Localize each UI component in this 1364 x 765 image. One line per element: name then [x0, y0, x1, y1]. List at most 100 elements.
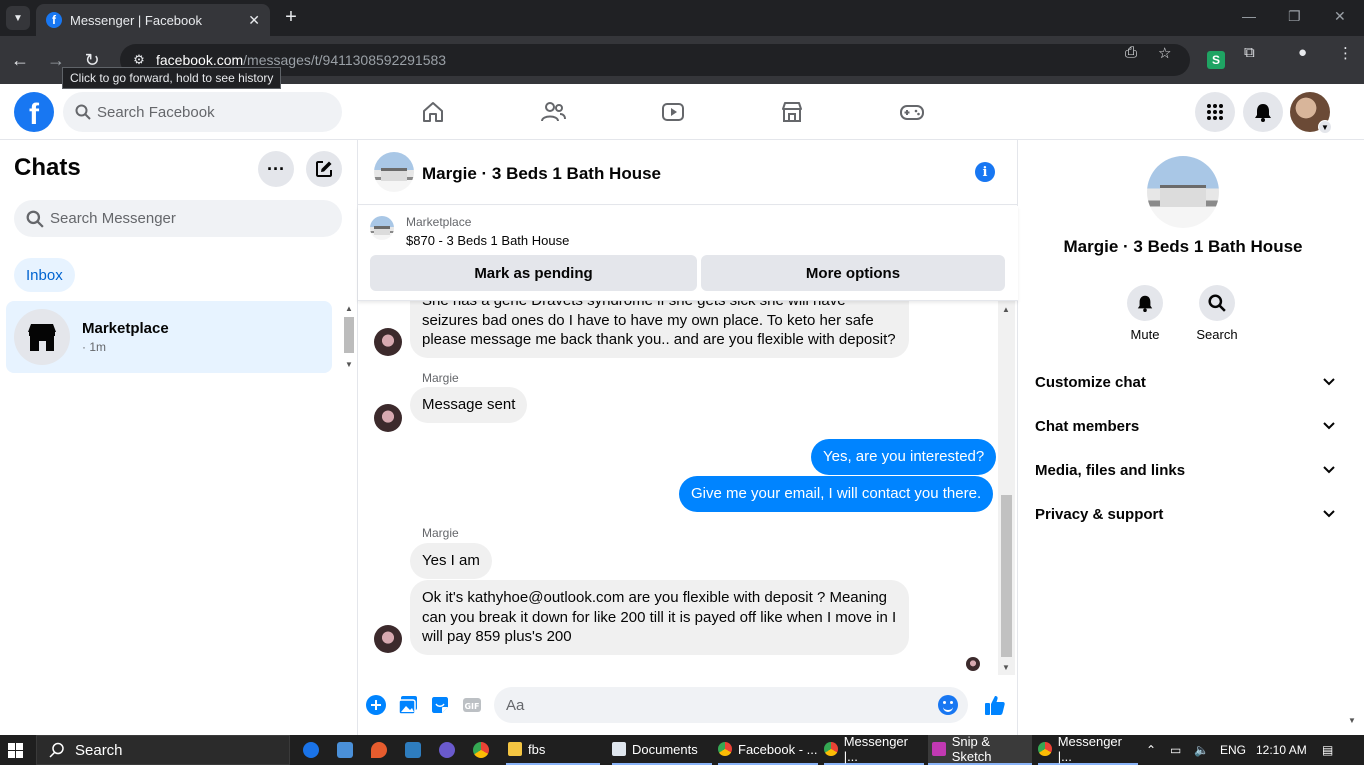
- profile-icon[interactable]: ●: [1298, 44, 1307, 61]
- video-icon[interactable]: [659, 98, 687, 126]
- facebook-search-input[interactable]: Search Facebook: [63, 92, 342, 132]
- chrome-icon[interactable]: [473, 742, 489, 758]
- account-avatar[interactable]: ▼: [1290, 92, 1332, 134]
- facebook-favicon-icon: f: [46, 12, 62, 28]
- app-drop-icon[interactable]: [371, 742, 387, 758]
- sender-avatar[interactable]: [374, 625, 402, 653]
- privacy-support-section[interactable]: Privacy & support: [1035, 492, 1335, 536]
- taskbar-app-messenger[interactable]: Messenger |...: [824, 734, 924, 765]
- home-icon[interactable]: [419, 98, 447, 126]
- mute-button[interactable]: Mute: [1115, 285, 1175, 342]
- chat-list-item[interactable]: Marketplace · 1m: [6, 301, 332, 373]
- more-options-icon[interactable]: ···: [258, 151, 294, 187]
- extension-s-icon[interactable]: S: [1207, 51, 1225, 69]
- scroll-down-icon[interactable]: ▼: [1348, 716, 1356, 725]
- browser-tab-bar: ▼ f Messenger | Facebook ✕ + — ❐ ✕: [0, 0, 1364, 36]
- sender-avatar[interactable]: [374, 404, 402, 432]
- bell-icon: [1127, 285, 1163, 321]
- sidebar-scrollbar[interactable]: ▲ ▼: [342, 301, 356, 373]
- messenger-search-input[interactable]: Search Messenger: [14, 200, 342, 237]
- marketplace-icon[interactable]: [778, 98, 806, 126]
- incoming-message[interactable]: Message sent: [410, 387, 528, 423]
- taskbar-app-messenger-2[interactable]: Messenger |...: [1038, 734, 1138, 765]
- windows-start-icon[interactable]: [8, 743, 23, 758]
- back-arrow-icon[interactable]: ←: [8, 48, 32, 72]
- window-close-icon[interactable]: ✕: [1334, 8, 1346, 25]
- menu-grid-icon[interactable]: [1195, 92, 1235, 132]
- taskbar-search-label: Search: [75, 741, 123, 759]
- listing-thumbnail[interactable]: [370, 216, 394, 240]
- edge-icon[interactable]: [303, 742, 319, 758]
- notification-center-icon[interactable]: ▤: [1322, 735, 1333, 765]
- scroll-down-icon[interactable]: ▼: [1002, 663, 1010, 672]
- new-message-icon[interactable]: [306, 151, 342, 187]
- chevron-down-icon: [1323, 466, 1335, 474]
- conversation-header: Margie · 3 Beds 1 Bath House i: [358, 140, 1018, 205]
- incoming-message[interactable]: Yes I am: [410, 543, 492, 579]
- more-options-button[interactable]: More options: [701, 255, 1005, 291]
- taskbar-search[interactable]: Search: [36, 735, 290, 765]
- chrome-menu-icon[interactable]: ⋮: [1338, 44, 1353, 62]
- chevron-down-icon: [1323, 422, 1335, 430]
- thumbs-up-icon[interactable]: [983, 694, 1007, 716]
- extensions-puzzle-icon[interactable]: ⧉: [1244, 44, 1255, 61]
- photos-icon[interactable]: [405, 742, 421, 758]
- chat-time: · 1m: [82, 340, 106, 354]
- store-icon[interactable]: [337, 742, 353, 758]
- gif-icon[interactable]: GIF: [461, 694, 483, 716]
- tray-chevron-up-icon[interactable]: ⌃: [1146, 735, 1156, 765]
- browser-tab[interactable]: f Messenger | Facebook ✕: [36, 4, 270, 36]
- friends-icon[interactable]: [539, 98, 567, 126]
- restore-icon[interactable]: ❐: [1288, 8, 1301, 25]
- tab-title: Messenger | Facebook: [70, 12, 202, 28]
- battery-icon[interactable]: ▭: [1170, 735, 1181, 765]
- minimize-icon[interactable]: —: [1242, 8, 1256, 24]
- new-tab-plus-icon[interactable]: +: [280, 6, 302, 28]
- scroll-thumb[interactable]: [344, 317, 354, 353]
- taskbar-app-snip-sketch[interactable]: Snip & Sketch: [928, 734, 1032, 765]
- customize-chat-section[interactable]: Customize chat: [1035, 360, 1335, 404]
- taskbar-app-fbs[interactable]: fbs: [506, 735, 600, 765]
- message-input[interactable]: Aa: [494, 687, 968, 723]
- tab-search-chevron-icon[interactable]: ▼: [6, 6, 30, 30]
- mark-as-pending-button[interactable]: Mark as pending: [370, 255, 697, 291]
- outgoing-message[interactable]: Give me your email, I will contact you t…: [679, 476, 994, 512]
- info-icon[interactable]: i: [975, 162, 995, 182]
- conversation-scrollbar[interactable]: ▲ ▼: [998, 301, 1015, 675]
- volume-icon[interactable]: 🔈: [1194, 735, 1209, 765]
- url-text: facebook.com/messages/t/9411308592291583: [156, 52, 447, 68]
- profile-avatar[interactable]: [1147, 156, 1219, 228]
- facebook-logo-icon[interactable]: f: [14, 92, 54, 132]
- taskbar-app-documents[interactable]: Documents: [612, 735, 712, 765]
- scroll-down-icon[interactable]: ▼: [344, 359, 354, 369]
- search-in-chat-button[interactable]: Search: [1187, 285, 1247, 342]
- install-app-icon[interactable]: ⎙: [1125, 44, 1137, 61]
- inbox-filter-tab[interactable]: Inbox: [14, 258, 75, 292]
- chat-members-section[interactable]: Chat members: [1035, 404, 1335, 448]
- language-indicator[interactable]: ENG: [1220, 735, 1246, 765]
- conversation-avatar[interactable]: [374, 152, 414, 192]
- scroll-thumb[interactable]: [1001, 495, 1012, 657]
- gaming-icon[interactable]: [898, 98, 926, 126]
- close-tab-icon[interactable]: ✕: [248, 12, 260, 29]
- scroll-up-icon[interactable]: ▲: [1002, 305, 1010, 314]
- incoming-message[interactable]: She has a gene Dravets syndrome if she g…: [410, 301, 909, 358]
- conversation-title[interactable]: Margie · 3 Beds 1 Bath House: [422, 164, 661, 184]
- sender-avatar[interactable]: [374, 328, 402, 356]
- add-plus-icon[interactable]: [365, 694, 387, 716]
- photo-gallery-icon[interactable]: [397, 694, 419, 716]
- taskbar-app-facebook[interactable]: Facebook - ...: [718, 735, 818, 765]
- clock[interactable]: 12:10 AM: [1256, 735, 1307, 765]
- scroll-up-icon[interactable]: ▲: [344, 303, 354, 313]
- emoji-icon[interactable]: [938, 695, 958, 715]
- incoming-message[interactable]: Ok it's kathyhoe@outlook.com are you fle…: [410, 580, 909, 655]
- chrome-icon: [718, 742, 732, 756]
- media-files-links-section[interactable]: Media, files and links: [1035, 448, 1335, 492]
- outgoing-message[interactable]: Yes, are you interested?: [811, 439, 997, 475]
- bookmark-star-icon[interactable]: ☆: [1158, 44, 1171, 62]
- media-player-icon[interactable]: [439, 742, 455, 758]
- sticker-icon[interactable]: [429, 694, 451, 716]
- sender-name: Margie: [422, 371, 459, 385]
- notifications-bell-icon[interactable]: [1243, 92, 1283, 132]
- listing-title[interactable]: $870 - 3 Beds 1 Bath House: [406, 233, 569, 248]
